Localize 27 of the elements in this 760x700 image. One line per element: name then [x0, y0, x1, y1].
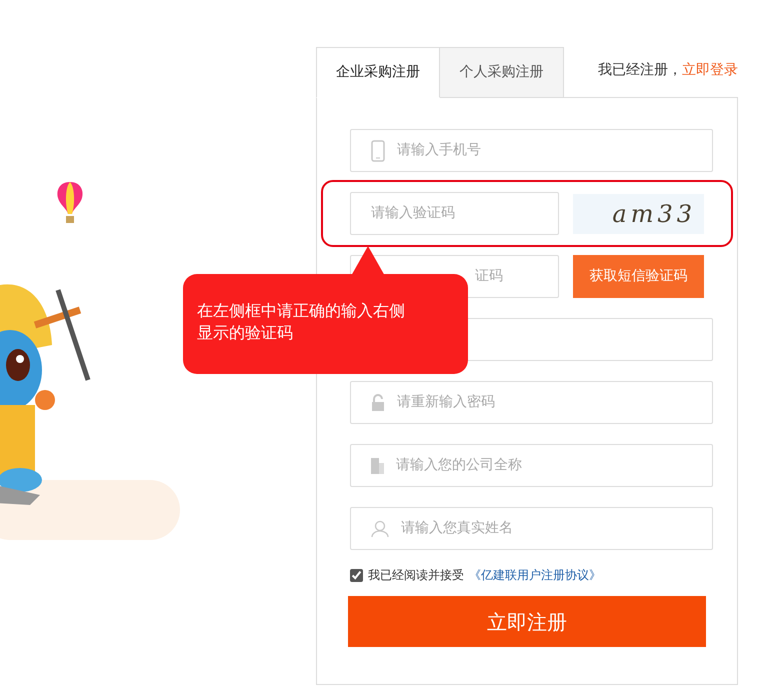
placeholder: 请输入手机号 [397, 141, 481, 160]
tooltip-text: 在左侧框中请正确的输入右侧显示的验证码 [197, 300, 406, 344]
hot-air-balloon-icon [55, 181, 85, 225]
placeholder: 请输入您真实姓名 [401, 519, 513, 538]
placeholder: 请输入您的公司全称 [396, 456, 522, 475]
padlock-icon [371, 394, 385, 412]
input-field[interactable]: 请输入您的公司全称 [350, 444, 713, 487]
login-prompt: 我已经注册， [598, 60, 682, 80]
input-field[interactable]: 请输入验证码 [350, 192, 559, 235]
tab[interactable]: 企业采购注册 [316, 47, 440, 98]
phone-icon [371, 140, 385, 162]
tab[interactable]: 个人采购注册 [440, 47, 564, 98]
agreement-text: 我已经阅读并接受 [368, 567, 464, 584]
sms-code-button[interactable]: 获取短信验证码 [573, 255, 704, 298]
input-field[interactable]: 请重新输入密码 [350, 381, 713, 424]
captcha-image: am33 [572, 194, 704, 234]
building-icon [371, 458, 384, 474]
register-button[interactable]: 立即注册 [348, 596, 706, 647]
user-icon [371, 520, 389, 538]
agreement-checkbox[interactable] [350, 568, 363, 582]
agreement-link[interactable]: 《亿建联用户注册协议》 [469, 566, 601, 584]
login-link[interactable]: 立即登录 [682, 60, 738, 80]
input-field[interactable]: 请输入您真实姓名 [350, 507, 713, 550]
placeholder: 请输入验证码 [371, 204, 455, 223]
placeholder: 请重新输入密码 [397, 393, 495, 412]
placeholder: 证码 [475, 267, 503, 286]
input-field[interactable]: 请输入手机号 [350, 129, 713, 172]
